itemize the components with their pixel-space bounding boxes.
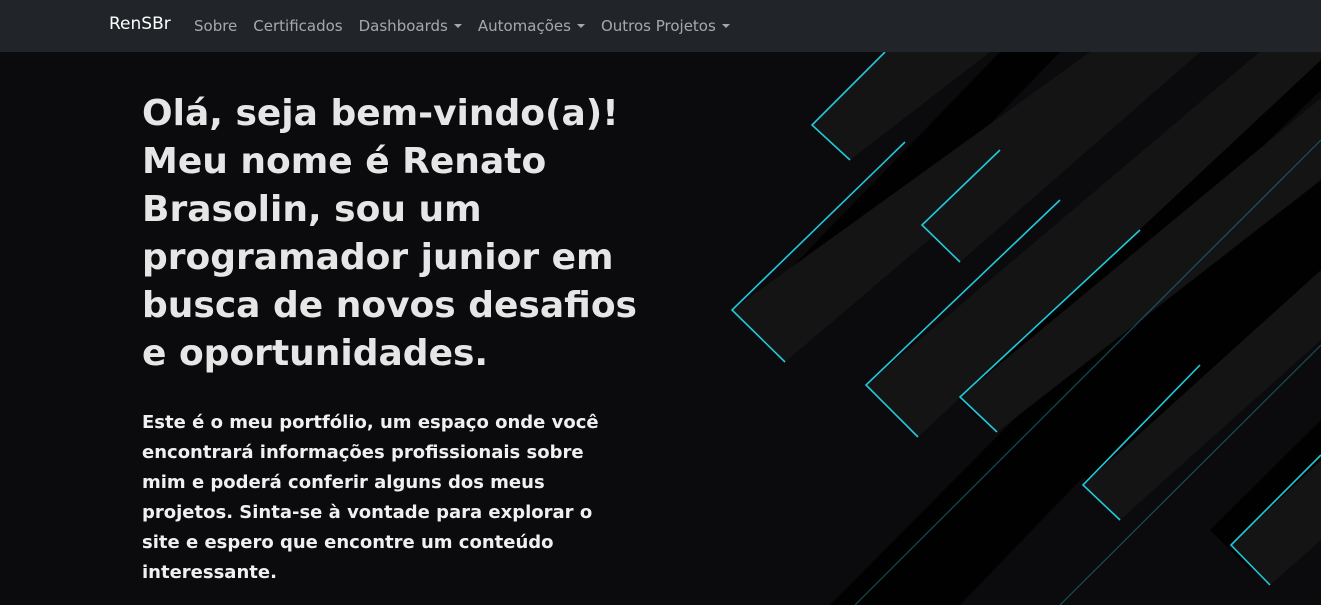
nav-link-label: Certificados bbox=[253, 17, 343, 35]
caret-down-icon bbox=[576, 24, 585, 28]
nav-dropdown-dashboards[interactable]: Dashboards bbox=[359, 17, 462, 35]
hero-section: Olá, seja bem-vindo(a)! Meu nome é Renat… bbox=[142, 90, 652, 588]
nav-dropdown-automacoes[interactable]: Automações bbox=[478, 17, 585, 35]
nav-link-label: Dashboards bbox=[358, 17, 448, 35]
nav-menu: Sobre Certificados Dashboards Automações… bbox=[194, 0, 746, 52]
caret-down-icon bbox=[721, 24, 730, 28]
nav-link-label: Outros Projetos bbox=[600, 17, 716, 35]
nav-link-sobre[interactable]: Sobre bbox=[194, 17, 237, 35]
navbar: RenSBr Sobre Certificados Dashboards Aut… bbox=[0, 0, 1321, 52]
nav-link-certificados[interactable]: Certificados bbox=[253, 17, 342, 35]
nav-dropdown-outros-projetos[interactable]: Outros Projetos bbox=[601, 17, 730, 35]
nav-link-label: Automações bbox=[477, 17, 571, 35]
hero-title: Olá, seja bem-vindo(a)! Meu nome é Renat… bbox=[142, 93, 637, 374]
hero-paragraph: Este é o meu portfólio, um espaço onde v… bbox=[142, 412, 599, 583]
caret-down-icon bbox=[453, 24, 462, 28]
nav-link-label: Sobre bbox=[194, 17, 238, 35]
brand-link[interactable]: RenSBr bbox=[109, 14, 171, 34]
